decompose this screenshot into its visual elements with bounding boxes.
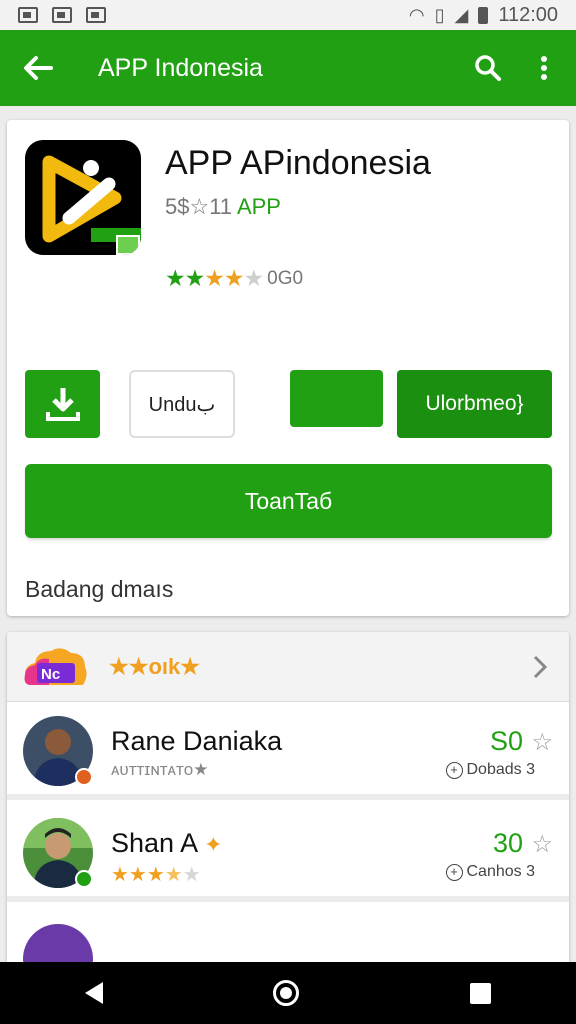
review-meta-label: Dobads 3 [466, 761, 536, 778]
rating-count: 0G0 [267, 267, 304, 289]
badge-icon [75, 768, 93, 786]
review-stars: ᴀᴜᴛᴛɪɴᴛᴀᴛᴏ★ [111, 760, 209, 779]
unduh-button[interactable]: Unduب [129, 370, 235, 438]
download-icon [45, 388, 80, 421]
review-item[interactable]: Shan A ✦ ★★★★★ 30 ☆ + Canhos 3 [7, 806, 569, 902]
plus-circle-icon: + [445, 863, 463, 881]
page-title: APP Indonesia [98, 53, 263, 82]
star-outline-icon[interactable]: ☆ [531, 830, 553, 859]
search-icon[interactable] [468, 48, 508, 88]
nav-recents-icon[interactable] [469, 982, 491, 1004]
review-score: S0 [489, 726, 523, 756]
review-stars: ★★★★★ [111, 864, 201, 886]
notification-icon [18, 7, 38, 23]
battery-icon [478, 6, 489, 24]
app-card: APP APindonesia 5$☆11 APP ★★★★★ 0G0 Undu… [7, 120, 569, 616]
signal-icon: ◢ [454, 4, 469, 25]
action-button[interactable] [290, 370, 383, 427]
reviewer-name: Rane Daniaka [111, 726, 283, 756]
reviewer-name: Shan A ✦ [111, 828, 223, 859]
reviewer-name-text: Shan A [111, 828, 197, 858]
badge-icon [75, 870, 93, 888]
download-button[interactable] [25, 370, 100, 438]
review-meta: + Canhos 3 [445, 863, 536, 881]
reviews-card: Nc ★★oık★ Rane Daniaka ᴀᴜᴛᴛɪɴᴛᴀᴛᴏ★ S0 ☆ … [7, 632, 569, 972]
status-bar: ◠ ▯ ◢ 112:00 [0, 0, 576, 30]
review-meta-label: Canhos 3 [466, 863, 536, 880]
plus-circle-icon: + [445, 761, 463, 779]
app-bar: APP Indonesia [0, 30, 576, 106]
verified-icon: ✦ [204, 832, 223, 857]
nav-back-icon[interactable] [85, 982, 104, 1004]
app-subtitle: 5$☆11 APP [165, 194, 281, 220]
brand-logo-icon: Nc [23, 645, 89, 689]
gallery-notification-icon [86, 7, 106, 23]
review-meta: + Dobads 3 [445, 761, 536, 779]
svg-text:Nc: Nc [41, 666, 60, 683]
star-outline-icon[interactable]: ☆ [531, 728, 553, 757]
category-label: Badang dmaıs [25, 576, 174, 602]
review-score: 30 [492, 828, 523, 858]
system-nav-bar [0, 962, 576, 1024]
app-rating: ★★★★★ 0G0 [165, 265, 303, 292]
nav-home-icon[interactable] [273, 980, 300, 1006]
rating-stars: ★★★★★ [165, 265, 264, 291]
chevron-right-icon[interactable] [529, 652, 551, 682]
info-button[interactable]: Ulorbmeo} [397, 370, 552, 438]
reviews-header[interactable]: Nc ★★oık★ [7, 632, 569, 702]
app-developer[interactable]: APP [237, 194, 281, 219]
back-arrow-icon[interactable] [18, 48, 58, 88]
clock: 112:00 [498, 3, 558, 26]
more-options-icon[interactable] [524, 48, 564, 88]
reviews-header-label: ★★oık★ [109, 653, 200, 679]
vibrate-icon: ▯ [434, 4, 445, 25]
app-logo-icon [25, 140, 141, 255]
app-price: 5$☆11 [165, 194, 233, 219]
image-notification-icon [52, 7, 72, 23]
app-name: APP APindonesia [165, 144, 431, 182]
install-button[interactable]: ToanTaб [25, 464, 552, 538]
review-item[interactable]: Rane Daniaka ᴀᴜᴛᴛɪɴᴛᴀᴛᴏ★ S0 ☆ + Dobads 3 [7, 704, 569, 800]
wifi-icon: ◠ [408, 4, 425, 25]
